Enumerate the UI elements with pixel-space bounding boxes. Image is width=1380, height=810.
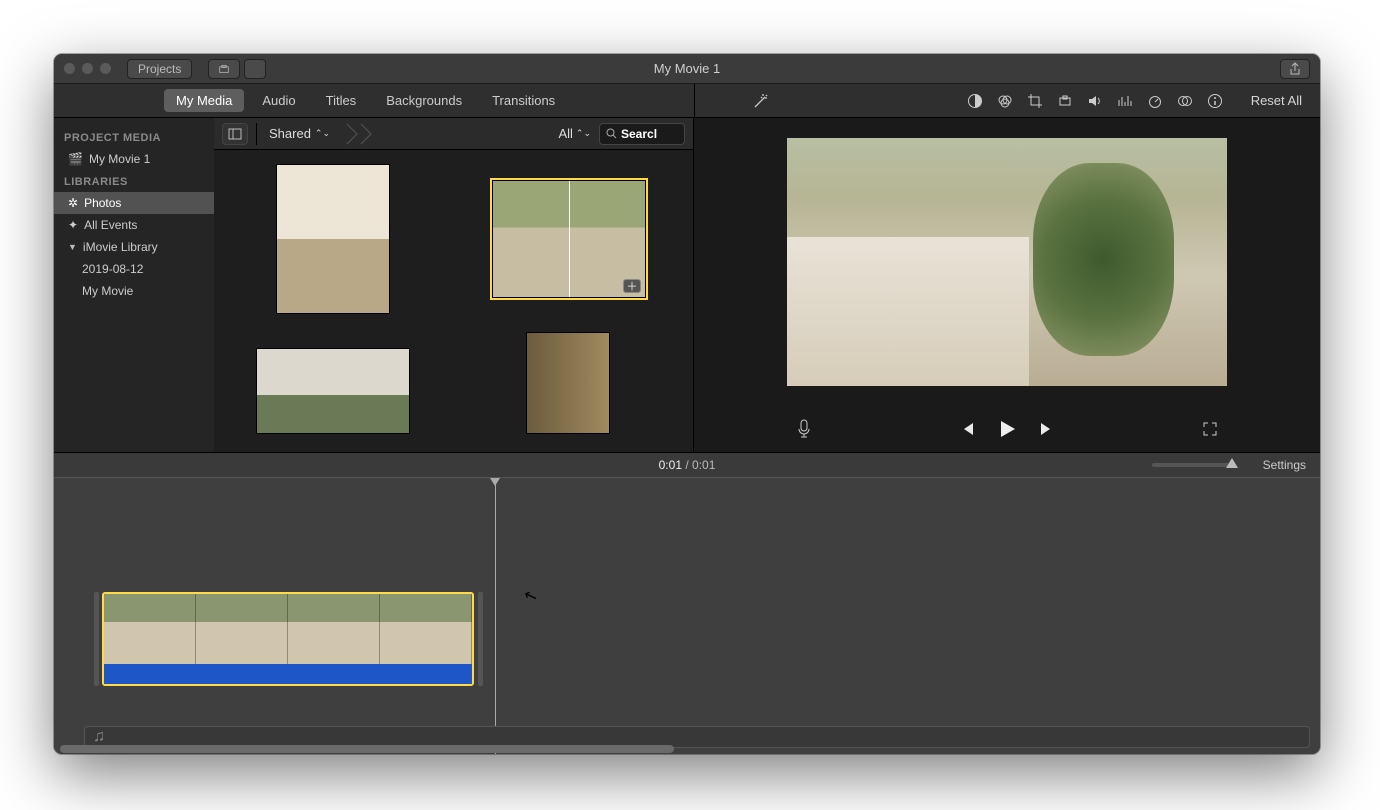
media-thumb-building[interactable] xyxy=(256,348,410,434)
sidebar-item-photos[interactable]: ✲ Photos xyxy=(54,192,214,214)
clip-frames xyxy=(104,594,472,664)
sidebar-item-movie[interactable]: 🎬 My Movie 1 xyxy=(54,148,214,170)
media-browser: Shared ⌃⌄ All ⌃⌄ xyxy=(214,118,694,452)
tab-titles[interactable]: Titles xyxy=(314,89,369,112)
filters-icon[interactable] xyxy=(1177,93,1193,109)
sidebar-item-event-my-movie[interactable]: My Movie xyxy=(54,280,214,302)
minimize-icon[interactable] xyxy=(82,63,93,74)
volume-icon[interactable] xyxy=(1087,93,1103,109)
scrollbar-thumb[interactable] xyxy=(60,745,674,753)
search-icon xyxy=(606,128,617,139)
upper-pane: PROJECT MEDIA 🎬 My Movie 1 LIBRARIES ✲ P… xyxy=(54,118,1320,452)
import-icon xyxy=(219,63,229,75)
time-separator: / xyxy=(682,458,692,472)
viewer-canvas xyxy=(694,118,1320,406)
photos-flower-icon: ✲ xyxy=(68,196,78,210)
project-media-header: PROJECT MEDIA xyxy=(54,126,214,148)
search-field[interactable] xyxy=(599,123,685,145)
sidebar-item-label: My Movie xyxy=(82,284,133,298)
imovie-window: Projects My Movie 1 My Media Audio Title… xyxy=(54,54,1320,754)
timecode-bar: 0:01 / 0:01 Settings xyxy=(54,452,1320,478)
libraries-header: LIBRARIES xyxy=(54,170,214,192)
titlebar: Projects My Movie 1 xyxy=(54,54,1320,84)
chevron-right-icon xyxy=(346,123,360,145)
breadcrumb xyxy=(346,123,374,145)
disclosure-triangle-icon[interactable]: ▼ xyxy=(68,242,77,252)
sidebar-item-label: All Events xyxy=(84,218,137,232)
noise-equalizer-icon[interactable] xyxy=(1117,93,1133,109)
updown-icon: ⌃⌄ xyxy=(576,128,591,139)
tabs-row: My Media Audio Titles Backgrounds Transi… xyxy=(54,84,1320,118)
toggle-sidebar-button[interactable] xyxy=(222,123,248,145)
playback-controls xyxy=(694,406,1320,452)
speed-icon[interactable] xyxy=(1147,93,1163,109)
total-time: 0:01 xyxy=(692,458,715,472)
share-icon xyxy=(1289,62,1301,76)
window-title: My Movie 1 xyxy=(654,61,720,76)
media-thumb-couple[interactable] xyxy=(526,332,610,434)
viewer-pane xyxy=(694,118,1320,452)
sidebar-item-label: My Movie 1 xyxy=(89,152,150,166)
filter-all-dropdown[interactable]: All ⌃⌄ xyxy=(558,126,591,141)
play-button[interactable] xyxy=(997,419,1017,439)
projects-button[interactable]: Projects xyxy=(127,59,192,79)
media-thumb-garden[interactable]: ＋ xyxy=(492,180,646,298)
current-time: 0:01 xyxy=(659,458,682,472)
dropdown-label: Shared xyxy=(269,126,311,141)
info-icon[interactable] xyxy=(1207,93,1223,109)
clip-audio-track[interactable] xyxy=(104,664,472,684)
mouse-cursor-icon: ↖ xyxy=(521,584,540,607)
browser-toolbar: Shared ⌃⌄ All ⌃⌄ xyxy=(214,118,693,150)
add-to-timeline-button[interactable]: ＋ xyxy=(623,279,641,293)
timeline-scrollbar[interactable] xyxy=(60,744,1314,754)
import-button[interactable] xyxy=(208,59,240,79)
sidebar-item-label: Photos xyxy=(84,196,121,210)
media-thumbnails[interactable]: ＋ xyxy=(214,150,693,452)
timeline[interactable]: ↖ ♫ xyxy=(54,478,1320,754)
sidebar: PROJECT MEDIA 🎬 My Movie 1 LIBRARIES ✲ P… xyxy=(54,118,214,452)
sidebar-item-imovie-library[interactable]: ▼ iMovie Library xyxy=(54,236,214,258)
enhance-wand-icon[interactable] xyxy=(752,92,770,110)
color-balance-icon[interactable] xyxy=(967,93,983,109)
close-icon[interactable] xyxy=(64,63,75,74)
zoom-icon[interactable] xyxy=(100,63,111,74)
dropdown-label: All xyxy=(558,126,572,141)
playhead[interactable] xyxy=(495,478,496,754)
share-button[interactable] xyxy=(1280,59,1310,79)
tab-audio[interactable]: Audio xyxy=(250,89,307,112)
tab-my-media[interactable]: My Media xyxy=(164,89,244,112)
stabilize-icon[interactable] xyxy=(1057,93,1073,109)
sidebar-item-label: iMovie Library xyxy=(83,240,158,254)
clip-trim-handle-right[interactable] xyxy=(478,592,483,686)
chevron-right-icon xyxy=(360,123,374,145)
clip-trim-handle-left[interactable] xyxy=(94,592,99,686)
search-input[interactable] xyxy=(621,127,671,141)
skimmer-line xyxy=(569,181,570,297)
previous-button[interactable] xyxy=(959,421,975,437)
tab-backgrounds[interactable]: Backgrounds xyxy=(374,89,474,112)
next-button[interactable] xyxy=(1039,421,1055,437)
fullscreen-button[interactable] xyxy=(1202,421,1218,437)
timecode-display: 0:01 / 0:01 xyxy=(659,458,716,472)
color-correction-icon[interactable] xyxy=(997,93,1013,109)
shared-dropdown[interactable]: Shared ⌃⌄ xyxy=(265,124,334,143)
zoom-slider[interactable] xyxy=(1152,463,1232,467)
crop-icon[interactable] xyxy=(1027,93,1043,109)
timeline-settings-button[interactable]: Settings xyxy=(1263,458,1306,472)
tab-transitions[interactable]: Transitions xyxy=(480,89,567,112)
sidebar-item-event-date[interactable]: 2019-08-12 xyxy=(54,258,214,280)
preview-image xyxy=(787,138,1227,386)
reset-all-button[interactable]: Reset All xyxy=(1251,93,1302,108)
timeline-clip[interactable] xyxy=(102,592,474,686)
voiceover-mic-button[interactable] xyxy=(796,419,812,439)
sidebar-icon xyxy=(228,128,242,140)
updown-icon: ⌃⌄ xyxy=(315,128,330,139)
window-controls[interactable] xyxy=(64,63,111,74)
download-button[interactable] xyxy=(244,59,266,79)
star-icon: ✦ xyxy=(68,218,78,232)
clapboard-icon: 🎬 xyxy=(68,152,83,166)
sidebar-item-all-events[interactable]: ✦ All Events xyxy=(54,214,214,236)
media-thumb-room[interactable] xyxy=(276,164,390,314)
sidebar-item-label: 2019-08-12 xyxy=(82,262,143,276)
